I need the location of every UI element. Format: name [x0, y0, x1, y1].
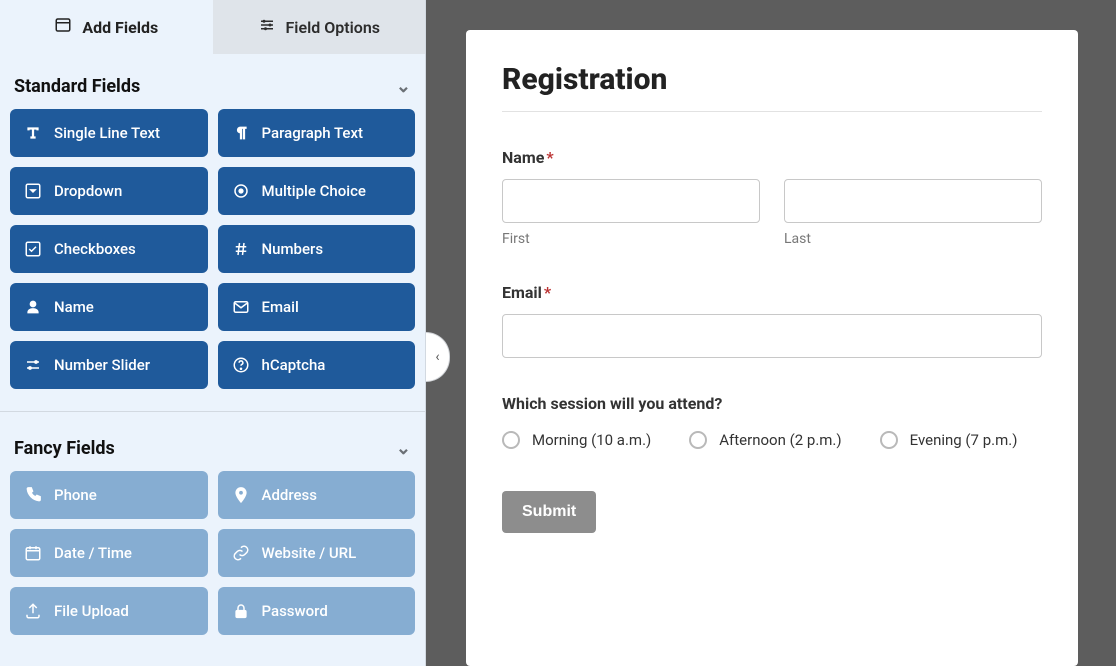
chevron-left-icon: ‹	[435, 349, 439, 365]
field-label: Number Slider	[54, 356, 150, 374]
field-paragraph-text[interactable]: Paragraph Text	[218, 109, 416, 157]
standard-fields-grid: Single Line Text Paragraph Text Dropdown Mu…	[10, 109, 415, 407]
link-icon	[232, 544, 250, 562]
session-option-1[interactable]: Afternoon (2 p.m.)	[689, 431, 841, 449]
session-option-label: Afternoon (2 p.m.)	[719, 431, 841, 449]
session-option-label: Evening (7 p.m.)	[910, 431, 1018, 449]
required-asterisk: *	[544, 283, 551, 302]
last-name-input[interactable]	[784, 179, 1042, 223]
section-standard-label: Standard Fields	[14, 76, 140, 97]
tab-field-options[interactable]: Field Options	[213, 0, 426, 54]
options-icon	[258, 16, 276, 38]
radio-icon	[232, 182, 250, 200]
field-label: Single Line Text	[54, 124, 160, 142]
field-name[interactable]: Name	[10, 283, 208, 331]
field-label: Multiple Choice	[262, 182, 366, 200]
radio-icon	[502, 431, 520, 449]
title-divider	[502, 111, 1042, 112]
form-icon	[54, 16, 72, 38]
form-title: Registration	[502, 62, 1042, 97]
first-name-input[interactable]	[502, 179, 760, 223]
hash-icon	[232, 240, 250, 258]
chevron-down-icon: ⌄	[396, 76, 411, 97]
session-option-label: Morning (10 a.m.)	[532, 431, 651, 449]
field-label: Numbers	[262, 240, 324, 258]
field-single-line-text[interactable]: Single Line Text	[10, 109, 208, 157]
email-label: Email*	[502, 283, 1042, 302]
builder-sidebar: Add Fields Field Options Standard Fields…	[0, 0, 426, 666]
field-label: Dropdown	[54, 182, 122, 200]
last-name-sublabel: Last	[784, 231, 1042, 247]
session-options: Morning (10 a.m.) Afternoon (2 p.m.) Eveni…	[502, 431, 1042, 449]
help-icon	[232, 356, 250, 374]
caret-square-icon	[24, 182, 42, 200]
user-icon	[24, 298, 42, 316]
field-email[interactable]: Email	[218, 283, 416, 331]
session-option-2[interactable]: Evening (7 p.m.)	[880, 431, 1018, 449]
mail-icon	[232, 298, 250, 316]
form-preview[interactable]: Registration Name* First Last Email*	[466, 30, 1078, 666]
upload-icon	[24, 602, 42, 620]
first-name-sublabel: First	[502, 231, 760, 247]
field-hcaptcha[interactable]: hCaptcha	[218, 341, 416, 389]
field-label: Password	[262, 602, 328, 620]
tab-add-fields[interactable]: Add Fields	[0, 0, 213, 54]
field-address[interactable]: Address	[218, 471, 416, 519]
session-option-0[interactable]: Morning (10 a.m.)	[502, 431, 651, 449]
field-label: Checkboxes	[54, 240, 136, 258]
field-label: hCaptcha	[262, 356, 326, 374]
pin-icon	[232, 486, 250, 504]
name-row: First Last	[502, 179, 1042, 247]
sidebar-tabs: Add Fields Field Options	[0, 0, 425, 54]
field-website-url[interactable]: Website / URL	[218, 529, 416, 577]
field-label: Paragraph Text	[262, 124, 364, 142]
text-t-icon	[24, 124, 42, 142]
fancy-fields-grid: Phone Address Date / Time Website / URL File…	[10, 471, 415, 653]
field-date-time[interactable]: Date / Time	[10, 529, 208, 577]
tab-field-options-label: Field Options	[286, 18, 380, 37]
field-file-upload[interactable]: File Upload	[10, 587, 208, 635]
sliders-icon	[24, 356, 42, 374]
field-label: Date / Time	[54, 544, 132, 562]
email-input[interactable]	[502, 314, 1042, 358]
field-dropdown[interactable]: Dropdown	[10, 167, 208, 215]
lock-icon	[232, 602, 250, 620]
field-numbers[interactable]: Numbers	[218, 225, 416, 273]
name-label: Name*	[502, 148, 1042, 167]
field-label: Email	[262, 298, 299, 316]
field-label: Address	[262, 486, 318, 504]
calendar-icon	[24, 544, 42, 562]
section-fancy-fields[interactable]: Fancy Fields ⌄	[10, 416, 415, 471]
field-number-slider[interactable]: Number Slider	[10, 341, 208, 389]
required-asterisk: *	[546, 148, 553, 167]
radio-icon	[689, 431, 707, 449]
radio-icon	[880, 431, 898, 449]
field-label: Name	[54, 298, 94, 316]
session-label: Which session will you attend?	[502, 394, 1042, 413]
field-password[interactable]: Password	[218, 587, 416, 635]
field-label: Phone	[54, 486, 97, 504]
field-phone[interactable]: Phone	[10, 471, 208, 519]
form-preview-area: Registration Name* First Last Email*	[426, 0, 1116, 666]
section-standard-fields[interactable]: Standard Fields ⌄	[10, 54, 415, 109]
section-fancy-label: Fancy Fields	[14, 438, 115, 459]
field-multiple-choice[interactable]: Multiple Choice	[218, 167, 416, 215]
field-checkboxes[interactable]: Checkboxes	[10, 225, 208, 273]
check-square-icon	[24, 240, 42, 258]
section-divider	[0, 411, 425, 412]
pilcrow-icon	[232, 124, 250, 142]
chevron-down-icon: ⌄	[396, 438, 411, 459]
field-label: Website / URL	[262, 544, 357, 562]
phone-icon	[24, 486, 42, 504]
tab-add-fields-label: Add Fields	[82, 18, 158, 37]
submit-button[interactable]: Submit	[502, 491, 596, 533]
field-label: File Upload	[54, 602, 129, 620]
